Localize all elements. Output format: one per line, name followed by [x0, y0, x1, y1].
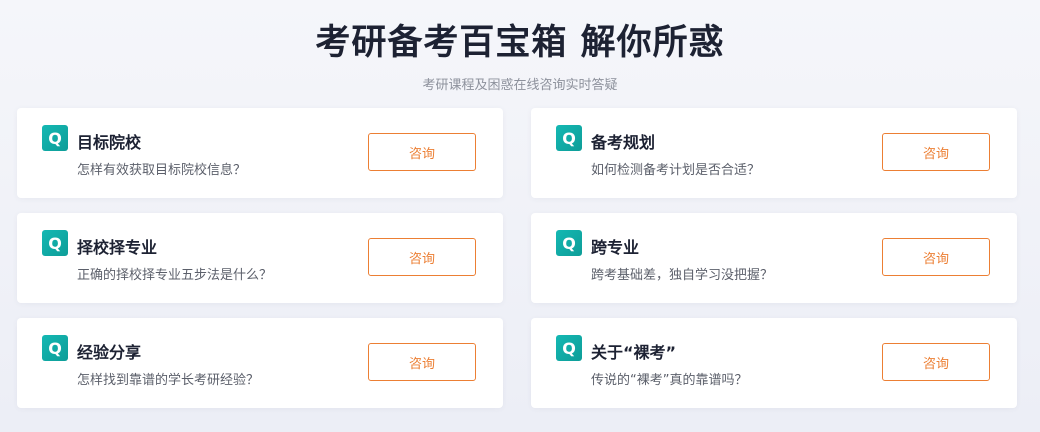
- consult-button[interactable]: 咨询: [882, 343, 990, 381]
- card-description: 怎样找到靠谱的学长考研经验？: [77, 373, 260, 388]
- card-description: 正确的择校择专业五步法是什么？: [77, 268, 273, 283]
- q-badge-icon: Q: [42, 230, 68, 256]
- q-badge-icon: Q: [556, 335, 582, 361]
- faq-card-choose-major: Q 择校择专业 正确的择校择专业五步法是什么？ 咨询: [17, 213, 503, 303]
- q-badge-icon: Q: [42, 125, 68, 151]
- faq-card-experience: Q 经验分享 怎样找到靠谱的学长考研经验？ 咨询: [17, 318, 503, 408]
- card-description: 怎样有效获取目标院校信息？: [77, 163, 247, 178]
- faq-card-study-plan: Q 备考规划 如何检测备考计划是否合适？ 咨询: [531, 108, 1017, 198]
- card-title: 经验分享: [77, 343, 142, 362]
- card-description: 传说的“裸考”真的靠谱吗？: [591, 373, 748, 388]
- card-description: 跨考基础差，独自学习没把握？: [591, 268, 774, 283]
- card-description: 如何检测备考计划是否合适？: [591, 163, 761, 178]
- card-title: 目标院校: [77, 133, 142, 152]
- q-badge-icon: Q: [42, 335, 68, 361]
- consult-button[interactable]: 咨询: [368, 133, 476, 171]
- consult-button[interactable]: 咨询: [368, 343, 476, 381]
- page-subtitle: 考研课程及困惑在线咨询实时答疑: [422, 78, 618, 93]
- card-title: 跨专业: [591, 238, 640, 257]
- faq-card-target-school: Q 目标院校 怎样有效获取目标院校信息？ 咨询: [17, 108, 503, 198]
- page-title: 考研备考百宝箱 解你所惑: [315, 23, 725, 63]
- consult-button[interactable]: 咨询: [882, 133, 990, 171]
- card-title: 关于“裸考”: [591, 343, 677, 362]
- card-title: 择校择专业: [77, 238, 158, 257]
- q-badge-icon: Q: [556, 230, 582, 256]
- q-badge-icon: Q: [556, 125, 582, 151]
- faq-card-naked-exam: Q 关于“裸考” 传说的“裸考”真的靠谱吗？ 咨询: [531, 318, 1017, 408]
- card-title: 备考规划: [591, 133, 656, 152]
- faq-card-cross-major: Q 跨专业 跨考基础差，独自学习没把握？ 咨询: [531, 213, 1017, 303]
- consult-button[interactable]: 咨询: [882, 238, 990, 276]
- consult-button[interactable]: 咨询: [368, 238, 476, 276]
